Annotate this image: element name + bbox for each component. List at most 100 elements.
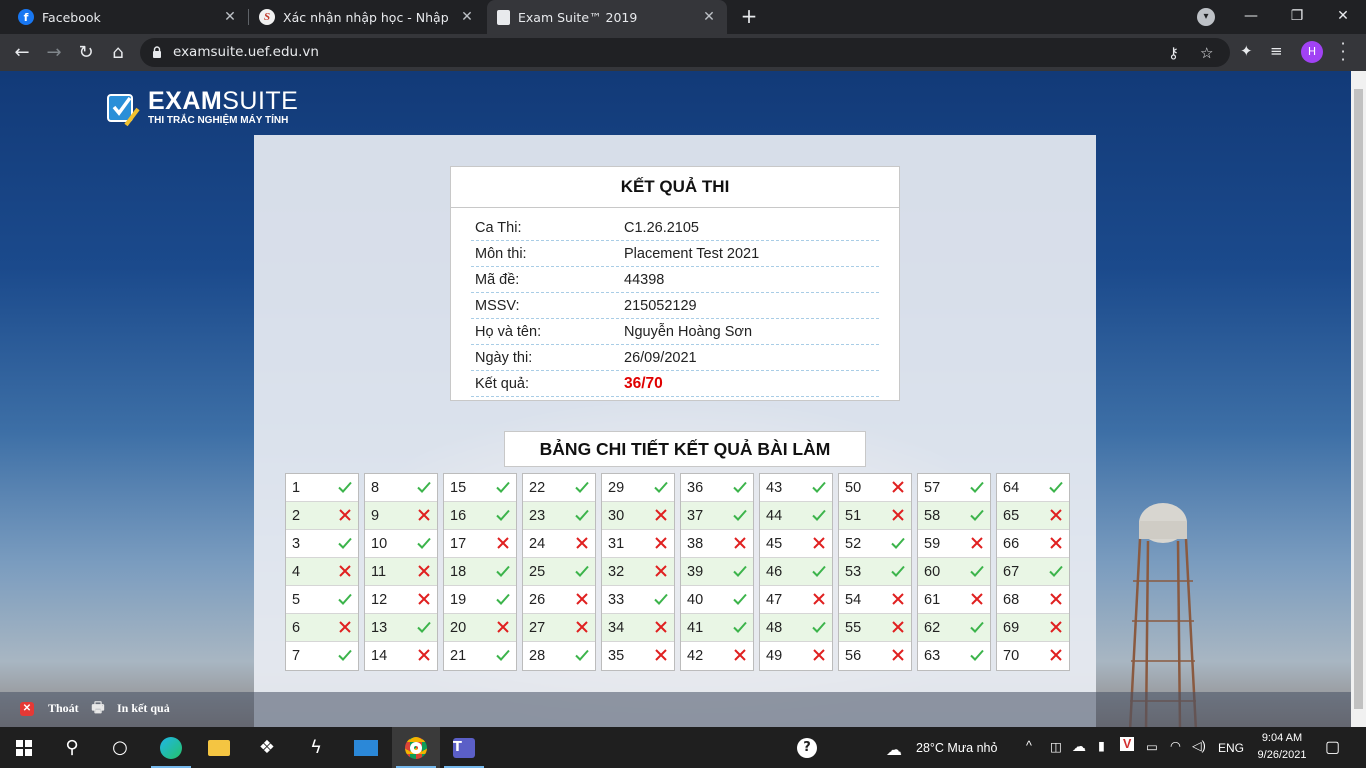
cross-icon — [418, 593, 430, 605]
bookmark-star-icon[interactable]: ☆ — [1200, 44, 1213, 62]
key-icon[interactable]: ⚷ — [1168, 44, 1179, 62]
address-bar[interactable]: examsuite.uef.edu.vn ⚷ ☆ — [140, 38, 1230, 67]
media-icon[interactable]: ≡ — [1270, 42, 1283, 60]
question-number: 65 — [1003, 508, 1020, 524]
close-icon[interactable]: ✕ — [701, 9, 717, 25]
question-number: 2 — [292, 508, 301, 524]
question-number: 45 — [766, 536, 783, 552]
answer-cell: 25 — [523, 558, 595, 586]
question-number: 31 — [608, 536, 625, 552]
page-viewport: EXAMSUITE THI TRẮC NGHIỆM MÁY TÍNH KẾT Q… — [0, 71, 1366, 727]
tab-search-icon[interactable]: ▾ — [1197, 8, 1215, 26]
answer-cell: 20 — [444, 614, 516, 642]
window-close-icon[interactable]: ✕ — [1320, 0, 1366, 34]
forward-icon[interactable]: → — [41, 40, 67, 66]
battery-icon[interactable]: ▭ — [1146, 739, 1158, 754]
windows-start-icon[interactable] — [0, 727, 48, 768]
tab-examsuite[interactable]: Exam Suite™ 2019 ✕ — [487, 0, 727, 34]
extensions-icon[interactable]: ✦ — [1240, 42, 1253, 60]
cross-icon — [655, 509, 667, 521]
question-number: 36 — [687, 480, 704, 496]
info-label: Ca Thi: — [475, 220, 522, 236]
volume-icon[interactable]: ◁) — [1192, 738, 1206, 753]
home-icon[interactable]: ⌂ — [105, 40, 131, 66]
info-label: MSSV: — [475, 298, 520, 314]
search-icon[interactable]: ⚲ — [48, 727, 96, 768]
cross-icon — [1050, 537, 1062, 549]
exam-result-card: KẾT QUẢ THI Ca Thi: C1.26.2105 Môn thi: … — [450, 166, 900, 401]
profile-avatar[interactable]: H — [1301, 41, 1323, 63]
teams-icon[interactable]: T — [440, 727, 488, 768]
onedrive-icon[interactable]: ☁ — [1072, 738, 1086, 755]
question-number: 27 — [529, 620, 546, 636]
answer-cell: 29 — [602, 474, 674, 502]
language-indicator[interactable]: ENG — [1218, 741, 1244, 755]
microphone-icon[interactable]: ▮ — [1098, 738, 1105, 753]
answer-cell: 49 — [760, 642, 832, 670]
cross-icon — [813, 649, 825, 661]
tab-facebook[interactable]: f Facebook ✕ — [8, 0, 248, 34]
question-number: 32 — [608, 564, 625, 580]
result-heading: KẾT QUẢ THI — [451, 167, 899, 208]
dropbox-icon[interactable]: ❖ — [243, 727, 291, 768]
check-icon — [733, 509, 747, 521]
wifi-icon[interactable]: ◠ — [1170, 738, 1181, 753]
file-explorer-icon[interactable] — [195, 727, 243, 768]
new-tab-button[interactable]: + — [738, 5, 760, 27]
question-number: 8 — [371, 480, 380, 496]
browser-toolbar: ← → ↻ ⌂ examsuite.uef.edu.vn ⚷ ☆ ✦ ≡ H ·… — [0, 34, 1366, 71]
scrollbar-thumb[interactable] — [1354, 89, 1363, 709]
answer-cell: 35 — [602, 642, 674, 670]
check-icon — [891, 537, 905, 549]
task-view-icon[interactable]: ○ — [96, 727, 144, 768]
answer-cell: 15 — [444, 474, 516, 502]
menu-icon[interactable]: · · · — [1336, 36, 1350, 68]
close-icon[interactable]: ✕ — [222, 9, 238, 25]
page-scrollbar[interactable] — [1351, 71, 1366, 727]
answer-cell: 45 — [760, 530, 832, 558]
edge-icon[interactable] — [147, 727, 195, 768]
answer-cell: 1 — [286, 474, 358, 502]
url-text: examsuite.uef.edu.vn — [173, 44, 319, 60]
question-number: 59 — [924, 536, 941, 552]
weather-text[interactable]: 28°C Mưa nhỏ — [916, 741, 997, 755]
check-icon — [1049, 481, 1063, 493]
answer-cell: 9 — [365, 502, 437, 530]
weather-icon[interactable]: ☁ — [886, 740, 902, 760]
help-icon[interactable]: ? — [783, 727, 831, 768]
clock-time[interactable]: 9:04 AM — [1252, 732, 1312, 744]
meet-icon[interactable]: ◫ — [1050, 739, 1062, 754]
cross-icon — [892, 509, 904, 521]
reload-icon[interactable]: ↻ — [73, 40, 99, 66]
notification-icon[interactable]: ▢ — [1325, 737, 1340, 757]
info-label: Kết quả: — [475, 376, 530, 392]
logo-wordmark: EXAMSUITE — [148, 87, 299, 115]
check-icon — [812, 481, 826, 493]
answer-cell: 65 — [997, 502, 1069, 530]
answer-cell: 57 — [918, 474, 990, 502]
back-icon[interactable]: ← — [9, 40, 35, 66]
chrome-icon[interactable] — [392, 727, 440, 768]
answer-column: 1 2 3 4 5 6 7 — [285, 473, 359, 671]
exit-button[interactable]: ✕ Thoát — [20, 701, 79, 716]
question-number: 29 — [608, 480, 625, 496]
print-button[interactable]: 🖶 In kết quả — [91, 701, 169, 716]
minimize-icon[interactable]: — — [1228, 0, 1274, 34]
unikey-icon[interactable]: V — [1120, 737, 1135, 751]
app-s-icon[interactable]: ϟ — [292, 727, 340, 768]
cross-icon — [1050, 509, 1062, 521]
close-icon[interactable]: ✕ — [459, 9, 475, 25]
tab-title: Xác nhận nhập học - Nhập học Tr — [283, 9, 453, 25]
tray-chevron-icon[interactable]: ^ — [1026, 739, 1032, 753]
answer-column: 57 58 59 60 61 62 63 — [917, 473, 991, 671]
clock-date[interactable]: 9/26/2021 — [1252, 749, 1312, 761]
check-icon — [338, 593, 352, 605]
answer-cell: 50 — [839, 474, 911, 502]
info-row-exam-code: Mã đề: 44398 — [471, 267, 879, 293]
tab-uef[interactable]: S Xác nhận nhập học - Nhập học Tr ✕ — [249, 0, 485, 34]
page-icon — [497, 9, 510, 25]
restore-icon[interactable]: ❐ — [1274, 0, 1320, 34]
cross-icon — [892, 649, 904, 661]
check-icon — [970, 621, 984, 633]
mail-icon[interactable] — [342, 727, 390, 768]
